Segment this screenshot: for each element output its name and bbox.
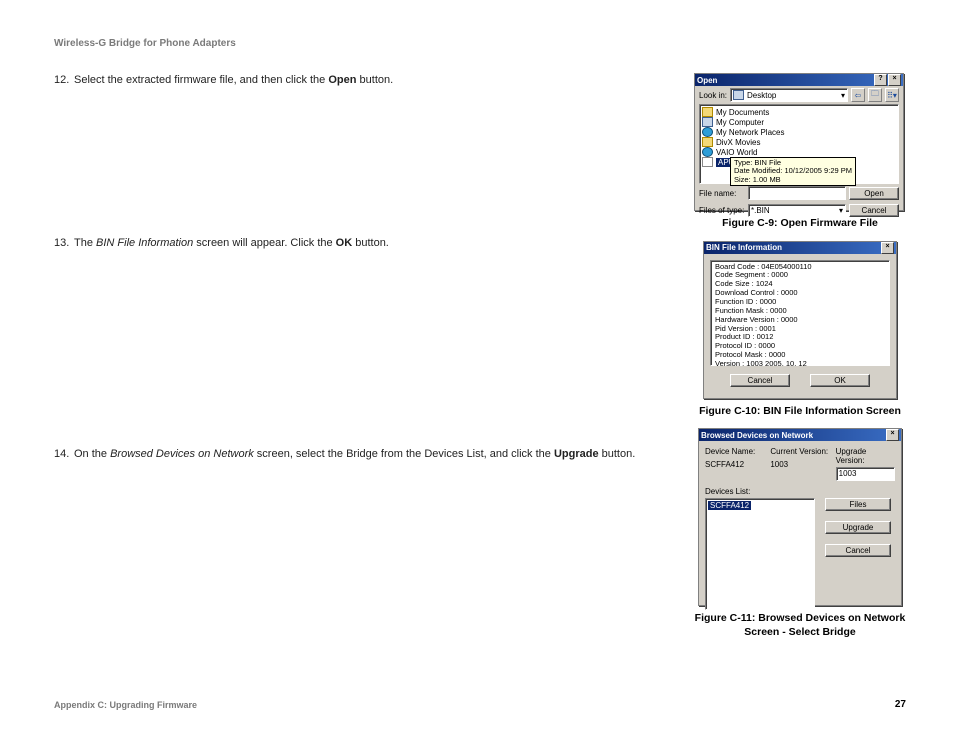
current-version-header: Current Version: (770, 447, 829, 456)
filename-label: File name: (699, 189, 745, 198)
file-list[interactable]: My DocumentsMy ComputerMy Network Places… (699, 104, 899, 184)
desktop-icon (733, 90, 744, 100)
bin-info-dialog: BIN File Information × Board Code : 04E0… (703, 241, 897, 399)
bin-info-line: Version : 1003 2005. 10. 12 (715, 360, 885, 369)
globe-icon (702, 127, 713, 137)
filetype-label: Files of type: (699, 206, 745, 215)
cancel-button[interactable]: Cancel (730, 374, 790, 387)
bin-info-list: Board Code : 04E054000110Code Segment : … (710, 260, 890, 366)
file-tooltip: Type: BIN FileDate Modified: 10/12/2005 … (730, 157, 856, 186)
globe-icon (702, 147, 713, 157)
step-text: On the Browsed Devices on Network screen… (74, 447, 666, 462)
cancel-button[interactable]: Cancel (849, 204, 899, 217)
step-14: 14. On the Browsed Devices on Network sc… (54, 447, 666, 462)
cancel-button[interactable]: Cancel (825, 544, 891, 557)
open-dialog-titlebar: Open ? × (695, 74, 903, 86)
bin-dialog-title: BIN File Information (706, 243, 880, 252)
device-name-header: Device Name: (705, 447, 764, 456)
folder-icon (702, 107, 713, 117)
ok-button[interactable]: OK (810, 374, 870, 387)
folder-icon (702, 137, 713, 147)
file-icon (702, 157, 713, 167)
help-icon[interactable]: ? (874, 74, 887, 86)
upgrade-button[interactable]: Upgrade (825, 521, 891, 534)
step-text: The BIN File Information screen will app… (74, 236, 666, 251)
browsed-devices-dialog: Browsed Devices on Network × Device Name… (698, 428, 902, 606)
step-number: 13. (54, 236, 74, 251)
list-item[interactable]: SCFFA412 (708, 501, 751, 510)
list-item[interactable]: My Documents (702, 107, 896, 117)
page-number: 27 (895, 699, 906, 710)
list-item[interactable]: DivX Movies (702, 137, 896, 147)
close-icon[interactable]: × (888, 74, 901, 86)
step-number: 14. (54, 447, 74, 462)
close-icon[interactable]: × (881, 242, 894, 254)
step-13: 13. The BIN File Information screen will… (54, 236, 666, 251)
browsed-dialog-title: Browsed Devices on Network (701, 431, 885, 440)
close-icon[interactable]: × (886, 429, 899, 441)
step-number: 12. (54, 73, 74, 88)
step-text: Select the extracted firmware file, and … (74, 73, 666, 88)
devices-list[interactable]: SCFFA412 (705, 498, 815, 610)
filename-input[interactable] (748, 186, 846, 200)
new-folder-icon[interactable]: 🗀 (868, 88, 882, 102)
upgrade-version-input[interactable]: 1003 (836, 467, 895, 481)
look-in-label: Look in: (699, 91, 727, 100)
look-in-dropdown[interactable]: Desktop ▾ (730, 88, 848, 102)
instruction-column: 12. Select the extracted firmware file, … (54, 73, 666, 650)
figures-column: Open ? × Look in: Desktop ▾ ⇦ 🗀 ⠿▾ My Do… (694, 73, 906, 650)
page-footer: Appendix C: Upgrading Firmware 27 (54, 699, 906, 710)
step-12: 12. Select the extracted firmware file, … (54, 73, 666, 88)
pc-icon (702, 117, 713, 127)
appendix-label: Appendix C: Upgrading Firmware (54, 700, 197, 710)
list-item[interactable]: My Network Places (702, 127, 896, 137)
figure-c9-caption: Figure C-9: Open Firmware File (694, 217, 906, 231)
files-button[interactable]: Files (825, 498, 891, 511)
open-dialog: Open ? × Look in: Desktop ▾ ⇦ 🗀 ⠿▾ My Do… (694, 73, 904, 211)
current-version-value: 1003 (770, 460, 829, 469)
browsed-dialog-titlebar: Browsed Devices on Network × (699, 429, 901, 441)
list-item[interactable]: My Computer (702, 117, 896, 127)
open-dialog-title: Open (697, 76, 873, 85)
figure-c11-caption: Figure C-11: Browsed Devices on Network … (694, 612, 906, 639)
filetype-dropdown[interactable]: *.BIN▾ (748, 204, 846, 217)
devices-list-label: Devices List: (705, 487, 895, 496)
bin-dialog-titlebar: BIN File Information × (704, 242, 896, 254)
upgrade-version-header: Upgrade Version: (836, 447, 895, 465)
doc-header: Wireless-G Bridge for Phone Adapters (54, 38, 906, 49)
up-folder-icon[interactable]: ⇦ (851, 88, 865, 102)
figure-c10-caption: Figure C-10: BIN File Information Screen (694, 405, 906, 419)
device-name-value: SCFFA412 (705, 460, 764, 469)
list-item[interactable]: VAIO World (702, 147, 896, 157)
open-button[interactable]: Open (849, 187, 899, 200)
view-menu-icon[interactable]: ⠿▾ (885, 88, 899, 102)
